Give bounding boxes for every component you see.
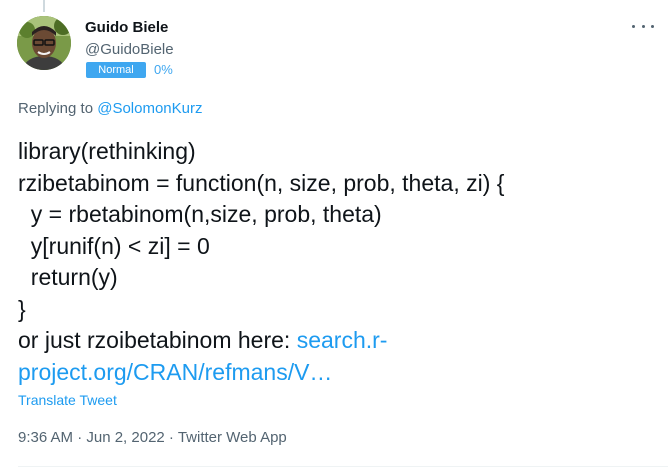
avatar[interactable] — [17, 16, 71, 70]
more-horizontal-icon[interactable] — [632, 18, 654, 34]
tweet-line: library(rethinking) — [18, 138, 196, 164]
replying-prefix: Replying to — [18, 100, 98, 117]
tweet-link-intro: or just rzoibetabinom here: — [18, 327, 297, 353]
tweet-link[interactable]: search.r- — [297, 327, 388, 353]
replying-to: Replying to @SolomonKurz — [18, 99, 203, 119]
author-name[interactable]: Guido Biele — [85, 18, 168, 38]
tweet-link-line: or just rzoibetabinom here: search.r- — [18, 325, 648, 357]
badge-percent: 0% — [154, 62, 173, 77]
tweet-link-line-2: project.org/CRAN/refmans/V… — [18, 357, 648, 389]
badge-row: Normal 0% — [86, 61, 173, 78]
status-badge: Normal — [86, 61, 146, 78]
tweet-line: y[runif(n) < zi] = 0 — [18, 232, 210, 259]
reply-mention-link[interactable]: @SolomonKurz — [97, 100, 202, 117]
tweet-line: y = rbetabinom(n,size, prob, theta) — [18, 201, 382, 227]
tweet-link-continued[interactable]: project.org/CRAN/refmans/V… — [18, 359, 332, 385]
translate-tweet-link[interactable]: Translate Tweet — [18, 391, 117, 409]
thread-connector-line — [43, 0, 45, 12]
tweet-timestamp-meta[interactable]: 9:36 AM · Jun 2, 2022 · Twitter Web App — [18, 428, 287, 448]
tweet-text: library(rethinking) rzibetabinom = funct… — [18, 136, 648, 388]
author-handle[interactable]: @GuidoBiele — [85, 40, 174, 60]
tweet-line: rzibetabinom = function(n, size, prob, t… — [18, 169, 505, 196]
divider — [18, 466, 668, 467]
tweet-line: } — [18, 295, 26, 322]
tweet-line: return(y) — [18, 264, 118, 290]
